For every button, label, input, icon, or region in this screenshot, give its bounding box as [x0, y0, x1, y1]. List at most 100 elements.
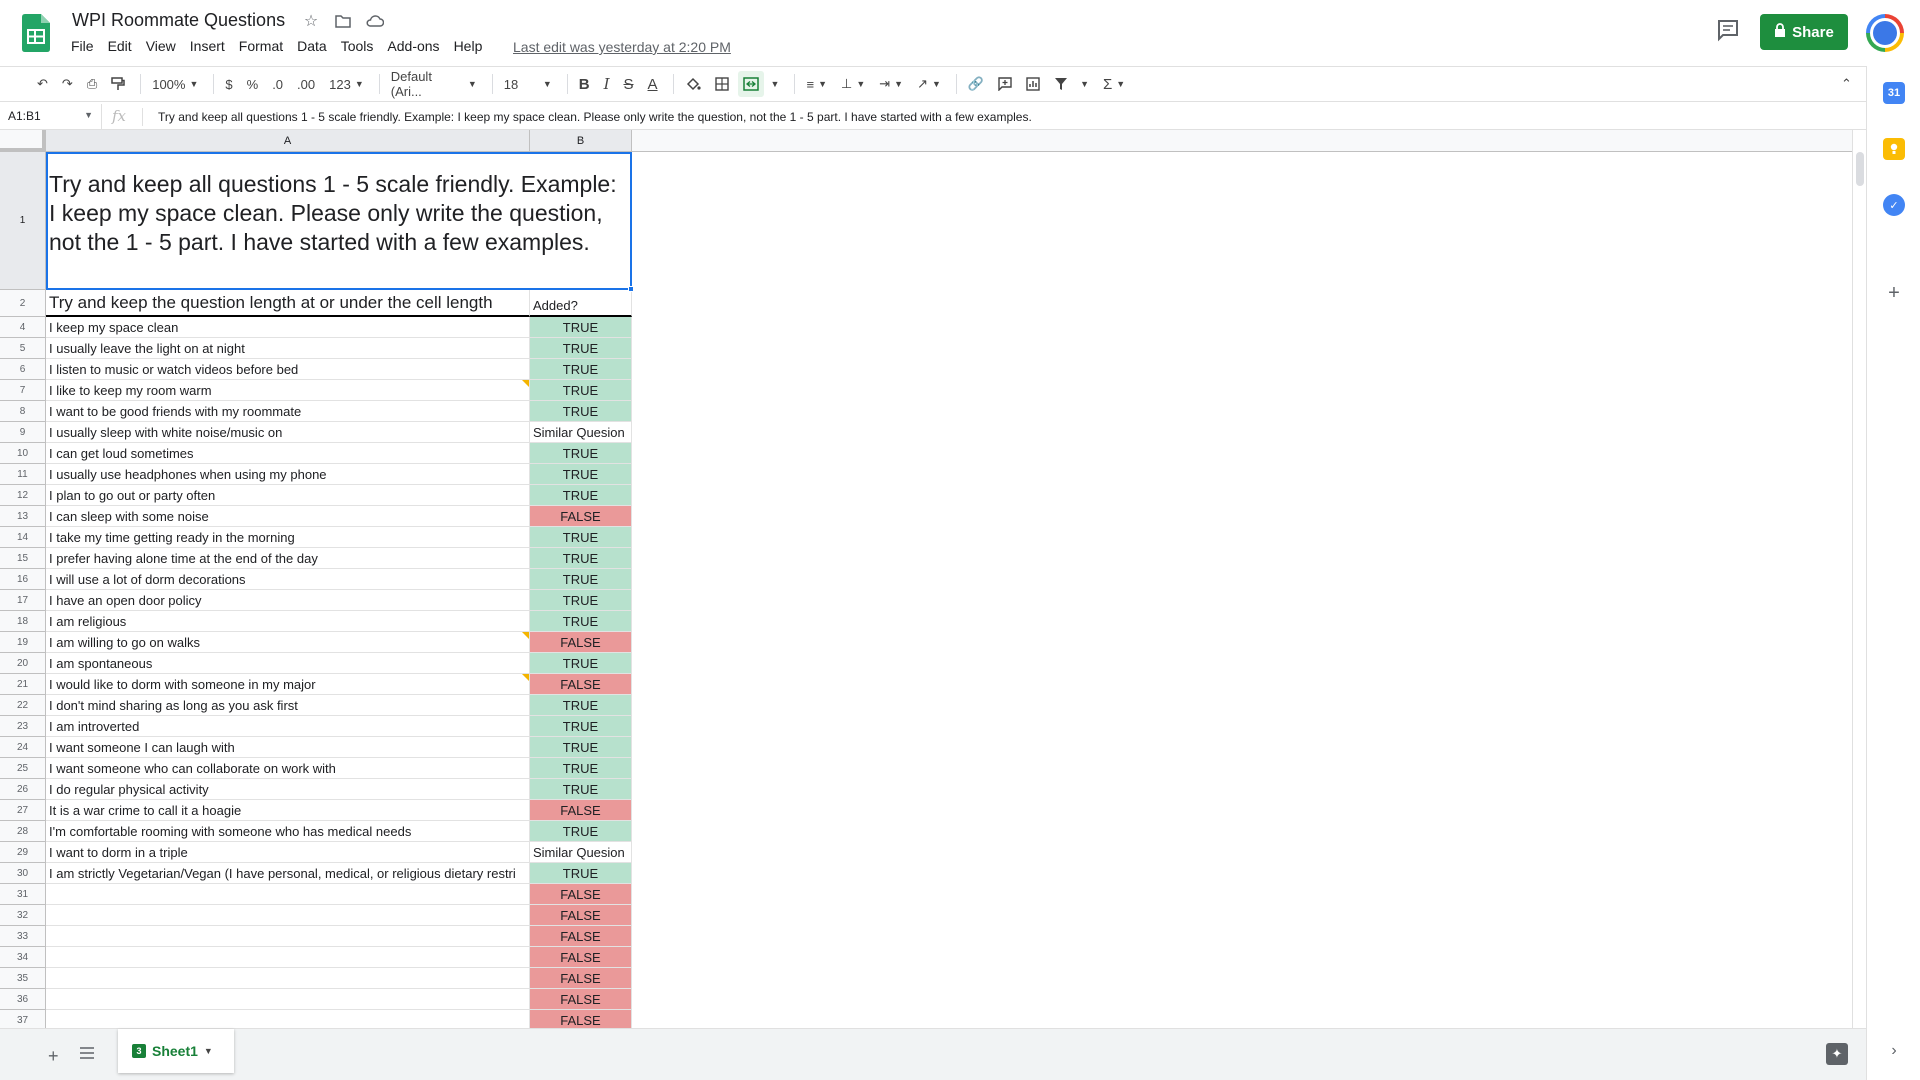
fill-color-icon[interactable]: [680, 71, 706, 97]
insert-link-icon[interactable]: 🔗: [963, 71, 989, 97]
added-column-header[interactable]: Added?: [530, 290, 632, 317]
print-icon[interactable]: ⎙: [82, 71, 102, 97]
question-cell[interactable]: [46, 926, 530, 947]
calendar-icon[interactable]: 31: [1883, 82, 1905, 104]
question-cell[interactable]: I want someone I can laugh with: [46, 737, 530, 758]
currency-format-button[interactable]: $: [220, 71, 237, 97]
row-header[interactable]: 26: [0, 779, 46, 800]
added-status-cell[interactable]: TRUE: [530, 737, 632, 758]
added-status-cell[interactable]: TRUE: [530, 401, 632, 422]
added-status-cell[interactable]: TRUE: [530, 317, 632, 338]
merge-cells-icon[interactable]: [737, 71, 764, 97]
row-header[interactable]: 17: [0, 590, 46, 611]
sheet-tab-sheet1[interactable]: 3 Sheet1 ▼: [118, 1029, 234, 1073]
added-status-cell[interactable]: TRUE: [530, 485, 632, 506]
added-status-cell[interactable]: FALSE: [530, 989, 632, 1010]
row-header[interactable]: 29: [0, 842, 46, 863]
functions-icon[interactable]: Σ ▼: [1098, 71, 1130, 97]
added-status-cell[interactable]: Similar Quesion: [530, 422, 632, 443]
added-status-cell[interactable]: FALSE: [530, 905, 632, 926]
added-status-cell[interactable]: TRUE: [530, 443, 632, 464]
question-cell[interactable]: [46, 905, 530, 926]
row-header[interactable]: 12: [0, 485, 46, 506]
menu-edit[interactable]: Edit: [101, 38, 139, 54]
move-folder-icon[interactable]: [334, 12, 352, 30]
vertical-align-icon[interactable]: ⊥ ▼: [836, 71, 870, 97]
last-edit-link[interactable]: Last edit was yesterday at 2:20 PM: [513, 39, 731, 55]
menu-add-ons[interactable]: Add-ons: [380, 38, 446, 54]
row-header[interactable]: 15: [0, 548, 46, 569]
added-status-cell[interactable]: TRUE: [530, 695, 632, 716]
text-rotation-icon[interactable]: ↗ ▼: [912, 71, 946, 97]
text-color-icon[interactable]: A: [643, 71, 663, 97]
font-select[interactable]: Default (Ari... ▼: [386, 69, 482, 99]
row-header[interactable]: 34: [0, 947, 46, 968]
question-cell[interactable]: I'm comfortable rooming with someone who…: [46, 821, 530, 842]
added-status-cell[interactable]: TRUE: [530, 590, 632, 611]
question-cell[interactable]: [46, 947, 530, 968]
menu-tools[interactable]: Tools: [334, 38, 381, 54]
added-status-cell[interactable]: FALSE: [530, 947, 632, 968]
scroll-thumb[interactable]: [1856, 152, 1864, 186]
question-cell[interactable]: I usually use headphones when using my p…: [46, 464, 530, 485]
row-header[interactable]: 21: [0, 674, 46, 695]
row-header[interactable]: 30: [0, 863, 46, 884]
question-cell[interactable]: [46, 968, 530, 989]
row-header[interactable]: 9: [0, 422, 46, 443]
share-button[interactable]: Share: [1760, 14, 1848, 50]
filter-views-dropdown[interactable]: ▼: [1071, 71, 1094, 97]
add-addon-icon[interactable]: +: [1883, 282, 1905, 304]
row-header[interactable]: 10: [0, 443, 46, 464]
column-header-b[interactable]: B: [530, 130, 632, 152]
insert-chart-icon[interactable]: [1021, 71, 1045, 97]
question-cell[interactable]: I like to keep my room warm: [46, 380, 530, 401]
star-icon[interactable]: ☆: [302, 12, 320, 30]
name-box[interactable]: A1:B1 ▼: [0, 104, 102, 130]
row-header[interactable]: 6: [0, 359, 46, 380]
decrease-decimal-button[interactable]: .0: [267, 71, 288, 97]
question-cell[interactable]: I am spontaneous: [46, 653, 530, 674]
chevron-down-icon[interactable]: ▼: [204, 1046, 213, 1056]
question-cell[interactable]: I can sleep with some noise: [46, 506, 530, 527]
row-header[interactable]: 14: [0, 527, 46, 548]
added-status-cell[interactable]: TRUE: [530, 380, 632, 401]
column-header-a[interactable]: A: [46, 130, 530, 152]
keep-icon[interactable]: [1883, 138, 1905, 160]
question-cell[interactable]: [46, 884, 530, 905]
question-cell[interactable]: I am introverted: [46, 716, 530, 737]
zoom-select[interactable]: 100% ▼: [147, 71, 203, 97]
question-cell[interactable]: I want someone who can collaborate on wo…: [46, 758, 530, 779]
expand-panel-icon[interactable]: ›: [1883, 1040, 1905, 1062]
strikethrough-icon[interactable]: S: [619, 71, 639, 97]
row-header[interactable]: 16: [0, 569, 46, 590]
italic-icon[interactable]: I: [599, 71, 615, 97]
undo-icon[interactable]: ↶: [32, 71, 53, 97]
redo-icon[interactable]: ↷: [57, 71, 78, 97]
document-title[interactable]: WPI Roommate Questions: [72, 10, 285, 31]
row-header[interactable]: 20: [0, 653, 46, 674]
more-formats-button[interactable]: 123 ▼: [324, 71, 369, 97]
added-status-cell[interactable]: TRUE: [530, 359, 632, 380]
question-cell[interactable]: I prefer having alone time at the end of…: [46, 548, 530, 569]
question-cell[interactable]: I usually sleep with white noise/music o…: [46, 422, 530, 443]
row-header[interactable]: 19: [0, 632, 46, 653]
question-cell[interactable]: I usually leave the light on at night: [46, 338, 530, 359]
added-status-cell[interactable]: TRUE: [530, 464, 632, 485]
added-status-cell[interactable]: TRUE: [530, 611, 632, 632]
added-status-cell[interactable]: TRUE: [530, 569, 632, 590]
question-cell[interactable]: [46, 989, 530, 1010]
question-cell[interactable]: I do regular physical activity: [46, 779, 530, 800]
row-header[interactable]: 33: [0, 926, 46, 947]
question-cell[interactable]: It is a war crime to call it a hoagie: [46, 800, 530, 821]
row-header[interactable]: 25: [0, 758, 46, 779]
percent-format-button[interactable]: %: [242, 71, 264, 97]
row-header[interactable]: 37: [0, 1010, 46, 1028]
explore-icon[interactable]: ✦: [1826, 1043, 1848, 1065]
question-cell[interactable]: I am religious: [46, 611, 530, 632]
added-status-cell[interactable]: TRUE: [530, 863, 632, 884]
menu-view[interactable]: View: [139, 38, 183, 54]
question-cell[interactable]: I plan to go out or party often: [46, 485, 530, 506]
cell-length-note[interactable]: Try and keep the question length at or u…: [46, 290, 530, 317]
cloud-status-icon[interactable]: [366, 12, 384, 30]
menu-insert[interactable]: Insert: [183, 38, 232, 54]
